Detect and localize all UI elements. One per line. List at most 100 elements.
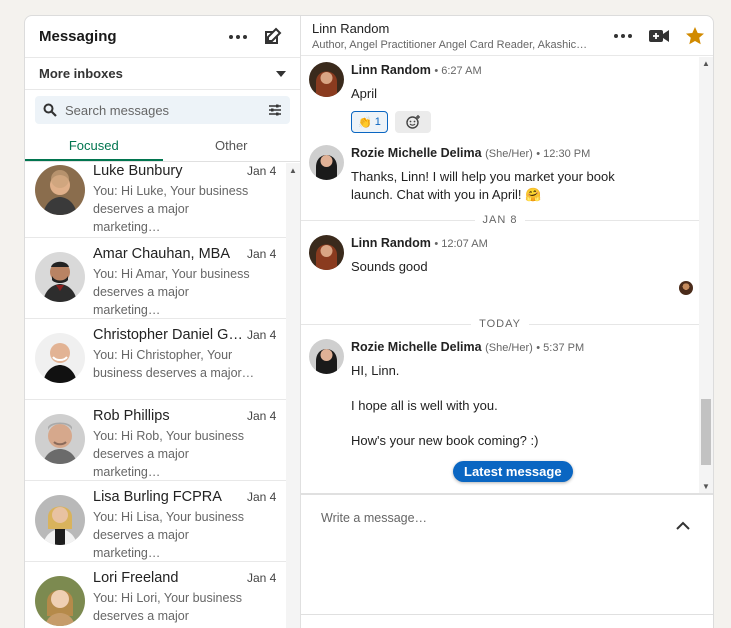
message-text-line: HI, Linn. bbox=[351, 363, 400, 378]
compose-icon bbox=[265, 27, 282, 44]
messaging-title: Messaging bbox=[39, 28, 117, 45]
sender-pronouns: (She/Her) bbox=[485, 342, 533, 354]
message-thread: Linn Random • 6:27 AM April 👏 1 Rozie Mi… bbox=[301, 57, 699, 493]
reaction-badge[interactable]: 👏 1 bbox=[351, 111, 388, 133]
message-input[interactable] bbox=[321, 511, 661, 551]
conversation-preview: You: Hi Lisa, Your business deserves a m… bbox=[93, 510, 245, 560]
scroll-up-arrow-icon[interactable]: ▲ bbox=[286, 166, 300, 175]
conversation-list-pane: Messaging More inboxes Focused Other Luk… bbox=[25, 16, 301, 628]
conversation-date: Jan 4 bbox=[247, 328, 277, 342]
composer-footer-divider bbox=[301, 614, 713, 615]
more-inboxes-dropdown[interactable]: More inboxes bbox=[25, 58, 300, 90]
conversation-name: Lori Freeland bbox=[93, 570, 179, 586]
search-input[interactable] bbox=[65, 102, 268, 118]
tab-focused[interactable]: Focused bbox=[25, 132, 163, 161]
video-call-button[interactable] bbox=[645, 22, 673, 50]
conversation-list: Luke Bunbury Jan 4 You: Hi Luke, Your bus… bbox=[25, 163, 287, 628]
avatar bbox=[35, 576, 85, 626]
message-time: • 12:30 PM bbox=[536, 148, 591, 160]
message-text-line: How's your new book coming? :) bbox=[351, 433, 539, 448]
recipient-info[interactable]: Linn Random Author, Angel Practitioner A… bbox=[312, 21, 605, 51]
conversation-options-button[interactable] bbox=[609, 22, 637, 50]
message-group: Rozie Michelle Delima (She/Her) • 12:30 … bbox=[301, 145, 699, 204]
message-text-line: I hope all is well with you. bbox=[351, 398, 498, 413]
messaging-header: Messaging bbox=[25, 16, 300, 58]
conversation-date: Jan 4 bbox=[247, 571, 277, 585]
conversation-date: Jan 4 bbox=[247, 247, 277, 261]
conversation-list-scrollbar[interactable]: ▲ bbox=[286, 163, 300, 628]
date-divider: JAN 8 bbox=[301, 211, 699, 229]
thread-scrollbar[interactable]: ▲ ▼ bbox=[699, 57, 713, 493]
expand-composer-button[interactable] bbox=[669, 511, 697, 539]
read-receipt-avatar bbox=[679, 281, 693, 295]
conversation-item[interactable]: Luke Bunbury Jan 4 You: Hi Luke, Your bus… bbox=[25, 163, 287, 238]
more-options-button[interactable] bbox=[224, 23, 252, 51]
message-text: Sounds good bbox=[351, 259, 428, 274]
scrollbar-thumb[interactable] bbox=[701, 399, 711, 465]
conversation-preview: You: Hi Amar, Your business deserves a m… bbox=[93, 267, 250, 317]
conversation-name: Rob Phillips bbox=[93, 408, 170, 424]
recipient-headline: Author, Angel Practitioner Angel Card Re… bbox=[312, 38, 590, 51]
avatar[interactable] bbox=[309, 62, 344, 97]
conversation-item[interactable]: Rob Phillips Jan 4 You: Hi Rob, Your busi… bbox=[25, 400, 287, 481]
conversation-date: Jan 4 bbox=[247, 409, 277, 423]
tab-other[interactable]: Other bbox=[163, 132, 301, 161]
read-receipt-row bbox=[301, 276, 699, 302]
clap-icon: 👏 bbox=[358, 116, 372, 129]
add-reaction-button[interactable] bbox=[394, 111, 431, 133]
sender-pronouns: (She/Her) bbox=[485, 148, 533, 160]
conversation-preview: You: Hi Rob, Your business deserves a ma… bbox=[93, 429, 245, 479]
conversation-item[interactable]: Christopher Daniel Go… Jan 4 You: Hi Chri… bbox=[25, 319, 287, 400]
conversation-preview: You: Hi Christopher, Your business deser… bbox=[93, 348, 255, 380]
conversation-date: Jan 4 bbox=[247, 164, 277, 178]
ellipsis-icon bbox=[229, 34, 247, 39]
date-divider: TODAY bbox=[301, 315, 699, 333]
message-time: • 6:27 AM bbox=[434, 65, 482, 77]
sender-name[interactable]: Linn Random bbox=[351, 63, 431, 77]
inbox-tabs: Focused Other bbox=[25, 132, 300, 162]
caret-down-icon bbox=[276, 70, 286, 77]
more-inboxes-label: More inboxes bbox=[39, 66, 123, 81]
reaction-count: 1 bbox=[374, 116, 381, 128]
filter-icon[interactable] bbox=[268, 103, 282, 117]
message-group: Rozie Michelle Delima (She/Her) • 5:37 P… bbox=[301, 339, 699, 450]
conversation-item[interactable]: Amar Chauhan, MBA Jan 4 You: Hi Amar, You… bbox=[25, 238, 287, 319]
date-divider-label: JAN 8 bbox=[482, 214, 518, 226]
sender-name[interactable]: Rozie Michelle Delima bbox=[351, 146, 482, 160]
sender-name[interactable]: Linn Random bbox=[351, 236, 431, 250]
conversation-name: Christopher Daniel Go… bbox=[93, 327, 243, 343]
avatar bbox=[35, 495, 85, 545]
avatar bbox=[35, 333, 85, 383]
sender-name[interactable]: Rozie Michelle Delima bbox=[351, 340, 482, 354]
conversation-item[interactable]: Lori Freeland Jan 4 You: Hi Lori, Your bu… bbox=[25, 562, 287, 628]
messaging-panel: Messaging More inboxes Focused Other Luk… bbox=[24, 15, 714, 628]
date-divider-label: TODAY bbox=[479, 318, 521, 330]
message-time: • 5:37 PM bbox=[536, 342, 585, 354]
conversation-preview: You: Hi Luke, Your business deserves a m… bbox=[93, 184, 249, 234]
avatar bbox=[35, 252, 85, 302]
conversation-name: Luke Bunbury bbox=[93, 163, 183, 179]
recipient-name: Linn Random bbox=[312, 20, 390, 36]
avatar[interactable] bbox=[309, 339, 344, 374]
latest-message-button[interactable]: Latest message bbox=[453, 461, 573, 482]
conversation-name: Lisa Burling FCPRA bbox=[93, 489, 222, 505]
avatar[interactable] bbox=[309, 145, 344, 180]
search-icon bbox=[43, 103, 57, 117]
message-group: Linn Random • 6:27 AM April 👏 1 bbox=[301, 62, 699, 133]
avatar[interactable] bbox=[309, 235, 344, 270]
message-group: Linn Random • 12:07 AM Sounds good bbox=[301, 235, 699, 276]
message-composer bbox=[301, 493, 713, 614]
conversation-name: Amar Chauhan, MBA bbox=[93, 246, 231, 262]
search-bar bbox=[35, 96, 290, 124]
star-icon bbox=[686, 26, 704, 44]
conversation-date: Jan 4 bbox=[247, 490, 277, 504]
scroll-up-arrow-icon[interactable]: ▲ bbox=[699, 59, 713, 68]
conversation-header: Linn Random Author, Angel Practitioner A… bbox=[301, 16, 713, 56]
scroll-down-arrow-icon[interactable]: ▼ bbox=[699, 482, 713, 491]
conversation-pane: Linn Random Author, Angel Practitioner A… bbox=[301, 16, 713, 628]
compose-message-button[interactable] bbox=[258, 23, 286, 51]
star-conversation-button[interactable] bbox=[681, 22, 709, 50]
avatar bbox=[35, 414, 85, 464]
conversation-item[interactable]: Lisa Burling FCPRA Jan 4 You: Hi Lisa, Yo… bbox=[25, 481, 287, 562]
conversation-preview: You: Hi Lori, Your business deserves a m… bbox=[93, 591, 242, 628]
